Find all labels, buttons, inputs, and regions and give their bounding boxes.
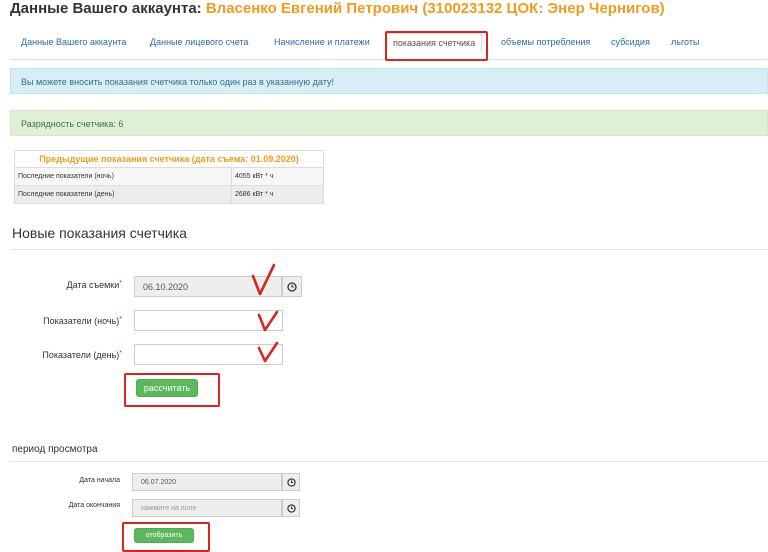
start-date-label: Дата начала	[79, 477, 120, 484]
table-row: Последние показатели (ночь) 4055 кВт * ч	[14, 167, 324, 186]
info-alert: Вы можете вносить показания счетчика тол…	[10, 68, 768, 94]
reading-label-night: Последние показатели (ночь)	[14, 167, 232, 186]
day-label-text: Показатели (день)	[42, 350, 120, 360]
highlight-box-calculate	[124, 373, 220, 407]
checkmark-annotation-icon	[257, 310, 279, 332]
required-mark: *	[119, 316, 122, 323]
previous-readings-table: Предыдущие показания счетчика (дата съем…	[14, 150, 324, 204]
end-date-label: Дата окончания	[68, 502, 120, 509]
previous-readings-title: Предыдущие показания счетчика (дата съем…	[14, 150, 324, 168]
tab-account-data[interactable]: Данные Вашего аккаунта	[21, 37, 126, 47]
reading-value-night: 4055 кВт * ч	[231, 167, 324, 186]
start-date-picker-button[interactable]	[282, 473, 300, 491]
night-label-text: Показатели (ночь)	[43, 316, 120, 326]
start-date-input[interactable]: 06.07.2020	[132, 473, 282, 491]
night-label: Показатели (ночь)*	[43, 316, 122, 326]
view-period-heading: период просмотра	[12, 444, 98, 455]
page-title: Данные Вашего аккаунта: Власенко Евгений…	[10, 0, 665, 17]
checkmark-annotation-icon	[251, 263, 276, 296]
page-title-prefix: Данные Вашего аккаунта:	[10, 0, 202, 17]
new-readings-heading: Новые показания счетчика	[12, 225, 187, 241]
shoot-date-value: 06.10.2020	[143, 281, 189, 292]
highlight-box-show	[122, 522, 210, 552]
date-label: Дата съемки*	[67, 280, 122, 290]
date-label-text: Дата съемки	[66, 280, 120, 290]
account-name: Власенко Евгений Петрович (310023132 ЦОК…	[205, 0, 665, 17]
tab-consumption[interactable]: объемы потребления	[501, 37, 590, 47]
clock-icon	[286, 503, 296, 513]
divider	[10, 461, 768, 462]
start-date-value: 06.07.2020	[141, 478, 177, 486]
required-mark: *	[119, 280, 122, 287]
meter-digits-alert: Разрядность счетчика: 6	[10, 110, 768, 136]
highlight-box-tab	[385, 31, 488, 61]
table-row: Последние показатели (день) 2686 кВт * ч	[14, 185, 324, 204]
clock-icon	[287, 281, 297, 292]
date-picker-button[interactable]	[282, 276, 302, 297]
tab-subsidy[interactable]: субсидия	[611, 37, 650, 47]
end-date-picker-button[interactable]	[282, 499, 300, 517]
reading-value-day: 2686 кВт * ч	[231, 185, 324, 204]
tab-personal-account[interactable]: Данные лицевого счета	[150, 37, 248, 47]
clock-icon	[286, 477, 296, 487]
day-label: Показатели (день)*	[42, 350, 122, 360]
required-mark: *	[119, 350, 122, 357]
reading-label-day: Последние показатели (день)	[14, 185, 232, 204]
divider	[10, 249, 768, 250]
checkmark-annotation-icon	[257, 341, 279, 363]
tab-benefits[interactable]: льготы	[671, 37, 699, 47]
tab-charges-payments[interactable]: Начисление и платежи	[274, 37, 370, 47]
end-date-placeholder: нажмите на поле	[141, 504, 197, 512]
end-date-input[interactable]: нажмите на поле	[132, 499, 282, 517]
